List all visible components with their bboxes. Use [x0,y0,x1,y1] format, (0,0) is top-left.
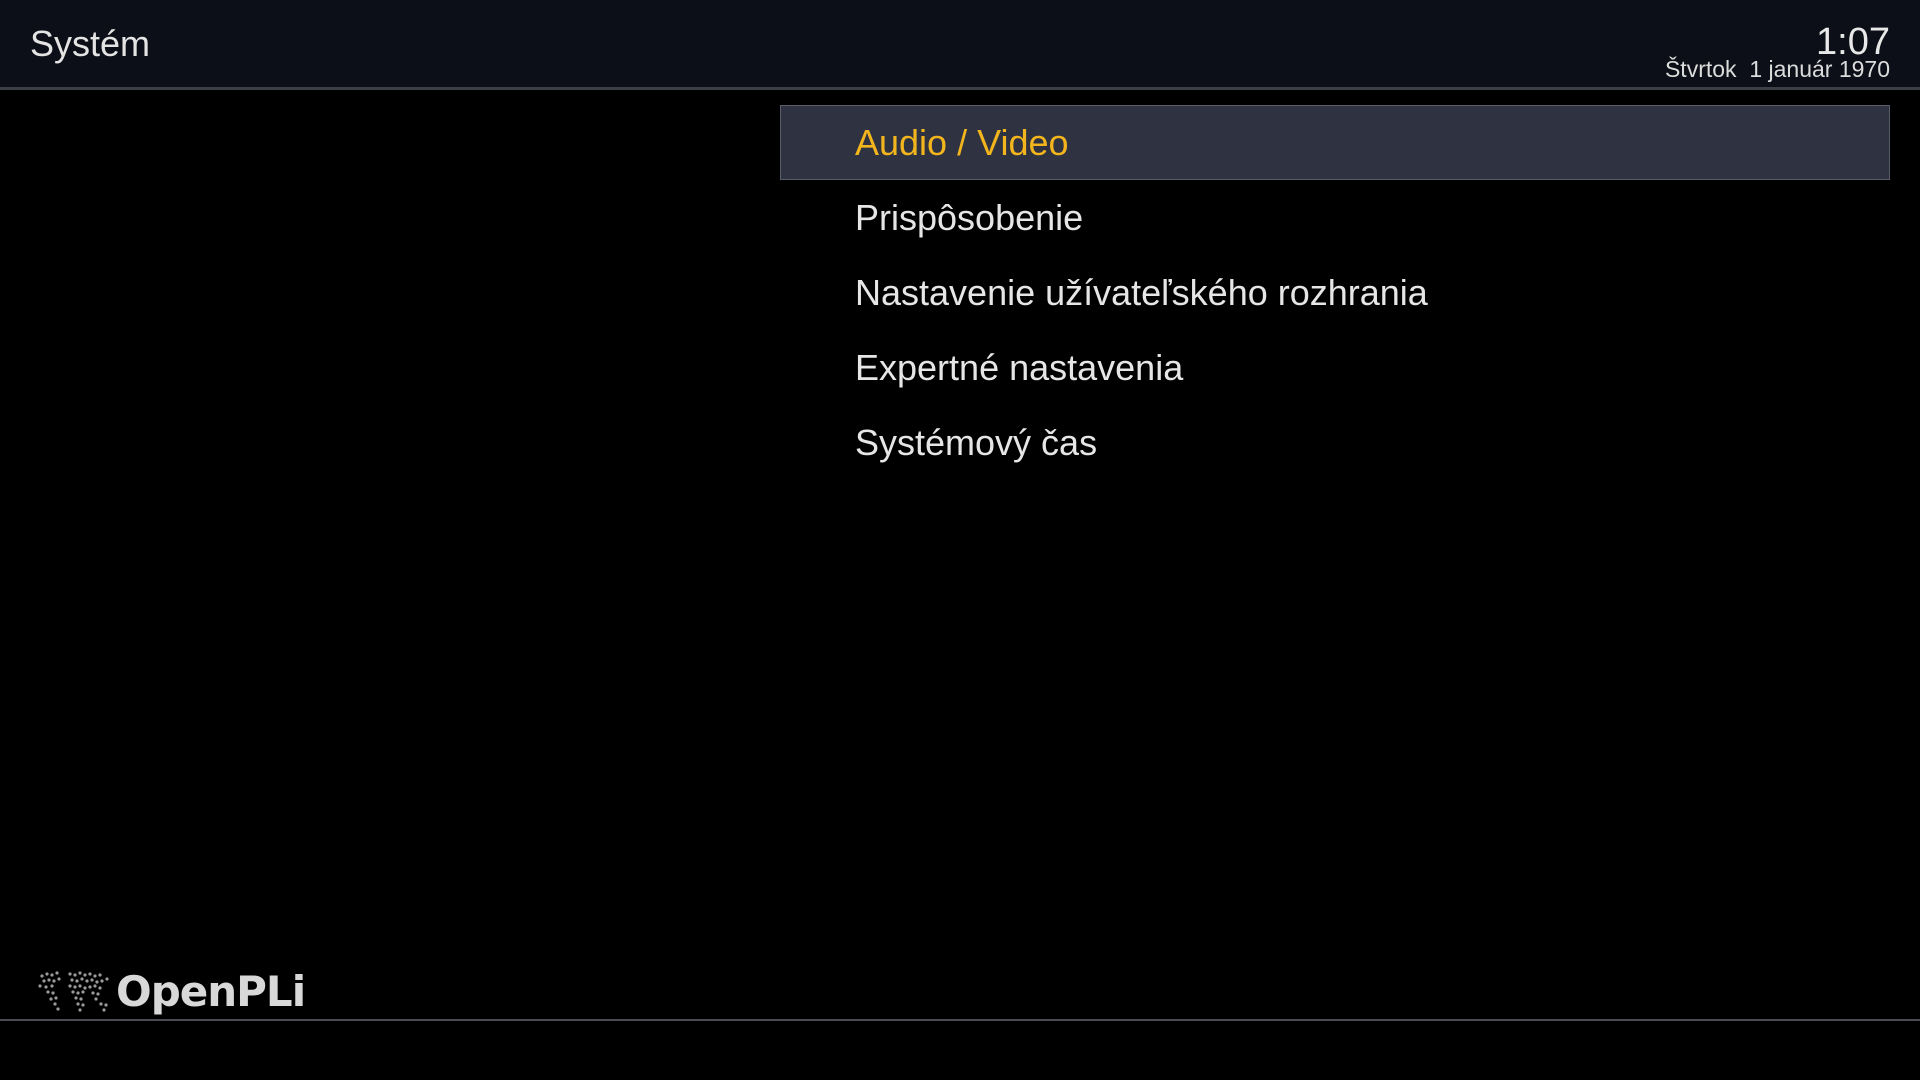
screen: Systém 1:07 Štvrtok 1 január 1970 Audio … [0,0,1920,1080]
menu-item-system-time[interactable]: Systémový čas [780,405,1890,480]
menu-item-label: Nastavenie užívateľského rozhrania [855,272,1428,313]
screen-title: Systém [30,23,151,64]
menu-item-expert-settings[interactable]: Expertné nastavenia [780,330,1890,405]
world-map-icon [38,971,109,1012]
footer-divider [0,1019,1920,1021]
menu-item-label: Expertné nastavenia [855,347,1184,388]
menu-item-label: Audio / Video [855,122,1069,163]
menu-item-audio-video[interactable]: Audio / Video [780,105,1890,180]
logo-text: OpenPLi [116,967,306,1016]
date-display: Štvrtok 1 január 1970 [1664,56,1890,82]
menu-item-label: Systémový čas [855,422,1098,463]
system-menu: Audio / Video Prispôsobenie Nastavenie u… [780,105,1890,480]
header-divider [0,87,1920,90]
openpli-logo: OpenPLi [34,966,306,1018]
menu-item-label: Prispôsobenie [855,197,1084,238]
title-bar: Systém 1:07 Štvrtok 1 január 1970 [0,0,1920,87]
menu-item-customization[interactable]: Prispôsobenie [780,180,1890,255]
menu-item-user-interface-setup[interactable]: Nastavenie užívateľského rozhrania [780,255,1890,330]
